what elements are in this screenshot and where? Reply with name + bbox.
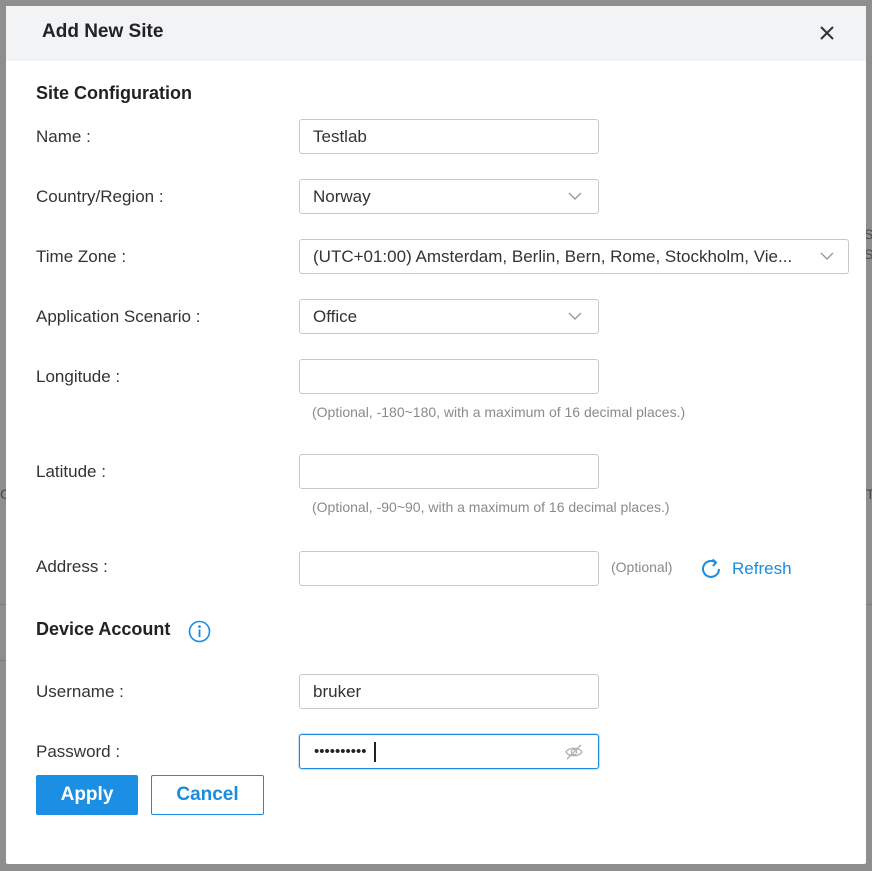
chevron-down-icon	[568, 192, 582, 200]
longitude-input[interactable]	[299, 359, 599, 394]
time-zone-select[interactable]: (UTC+01:00) Amsterdam, Berlin, Bern, Rom…	[299, 239, 849, 274]
password-input[interactable]: ••••••••••	[299, 734, 599, 769]
username-input[interactable]	[299, 674, 599, 709]
dialog-title: Add New Site	[42, 21, 164, 42]
chevron-down-icon	[820, 252, 834, 260]
name-label: Name :	[36, 127, 91, 146]
latitude-input[interactable]	[299, 454, 599, 489]
country-select[interactable]: Norway	[299, 179, 599, 214]
cancel-button[interactable]: Cancel	[151, 775, 264, 815]
address-optional-note: (Optional)	[611, 559, 673, 575]
latitude-hint: (Optional, -90~90, with a maximum of 16 …	[312, 499, 670, 515]
time-zone-label: Time Zone :	[36, 247, 127, 266]
refresh-button[interactable]: Refresh	[698, 555, 792, 583]
longitude-hint: (Optional, -180~180, with a maximum of 1…	[312, 404, 686, 420]
close-button[interactable]	[816, 22, 838, 44]
dialog-header: Add New Site	[6, 6, 866, 61]
site-configuration-heading: Site Configuration	[36, 83, 192, 103]
background-fragment: T	[866, 486, 872, 502]
add-site-dialog: Add New Site Site Configuration Name : C…	[6, 6, 866, 864]
longitude-label: Longitude :	[36, 367, 121, 386]
password-masked-value: ••••••••••	[314, 743, 367, 760]
background-divider	[866, 604, 872, 605]
country-value: Norway	[313, 187, 371, 206]
latitude-label: Latitude :	[36, 462, 106, 481]
refresh-icon	[702, 558, 720, 578]
scenario-label: Application Scenario :	[36, 307, 201, 326]
apply-button[interactable]: Apply	[36, 775, 138, 815]
close-icon	[820, 26, 834, 40]
refresh-label: Refresh	[732, 559, 792, 578]
username-label: Username :	[36, 682, 124, 701]
name-input[interactable]	[299, 119, 599, 154]
country-label: Country/Region :	[36, 187, 164, 206]
password-label: Password :	[36, 742, 121, 761]
text-cursor	[374, 742, 376, 762]
time-zone-value: (UTC+01:00) Amsterdam, Berlin, Bern, Rom…	[313, 247, 793, 266]
scenario-value: Office	[313, 307, 358, 326]
scenario-select[interactable]: Office	[299, 299, 599, 334]
chevron-down-icon	[568, 312, 582, 320]
info-icon[interactable]	[188, 620, 211, 643]
address-input[interactable]	[299, 551, 599, 586]
address-label: Address :	[36, 557, 108, 576]
eye-off-icon[interactable]	[564, 743, 584, 761]
device-account-heading: Device Account	[36, 619, 171, 639]
